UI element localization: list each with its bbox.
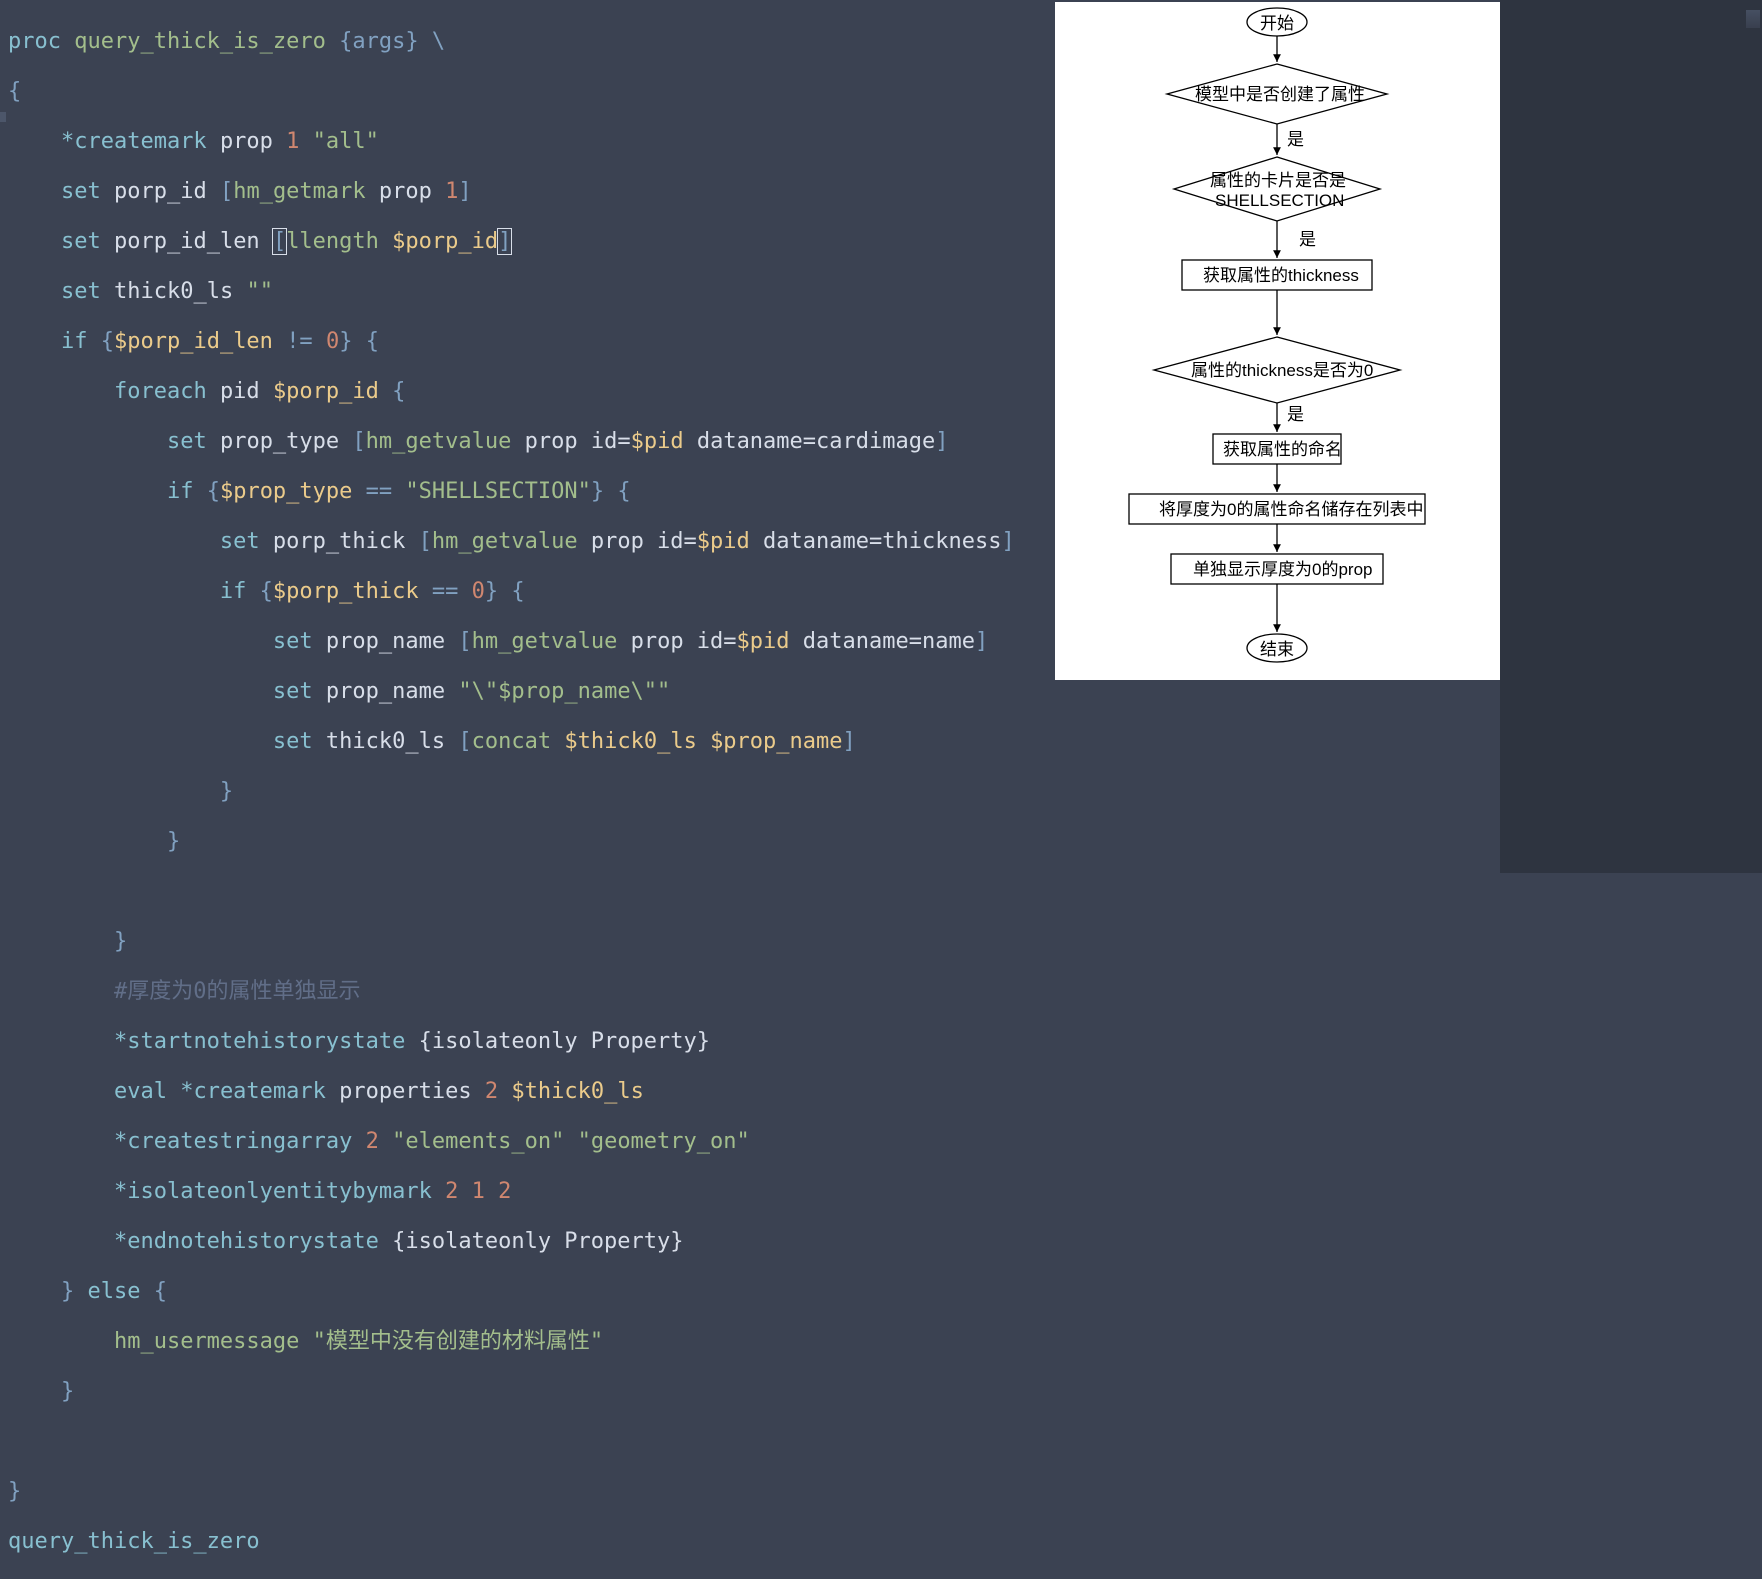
code-line: set thick0_ls [concat $thick0_ls $prop_n…: [8, 729, 1047, 754]
code-line: set prop_name "\"$prop_name\"": [8, 679, 1047, 704]
code-line: }: [8, 929, 1047, 954]
flow-start: 开始: [1260, 14, 1294, 34]
code-line: set porp_id_len [llength $porp_id]: [8, 229, 1047, 254]
code-line: [8, 1429, 1047, 1454]
flow-yes1: 是: [1287, 127, 1304, 152]
code-line: }: [8, 1379, 1047, 1404]
code-line: set porp_id [hm_getmark prop 1]: [8, 179, 1047, 204]
code-line: if {$porp_id_len != 0} {: [8, 329, 1047, 354]
code-line: }: [8, 829, 1047, 854]
code-line: query_thick_is_zero: [8, 1529, 1047, 1554]
flow-r4: 单独显示厚度为0的prop: [1193, 560, 1372, 580]
code-line: *isolateonlyentitybymark 2 1 2: [8, 1179, 1047, 1204]
code-line: set prop_name [hm_getvalue prop id=$pid …: [8, 629, 1047, 654]
flow-end: 结束: [1260, 640, 1294, 660]
code-line: #厚度为0的属性单独显示: [8, 979, 1047, 1004]
code-line: *createmark prop 1 "all": [8, 129, 1047, 154]
code-line: [8, 879, 1047, 904]
code-editor[interactable]: proc query_thick_is_zero {args} \ { *cre…: [0, 0, 1055, 873]
code-line: set porp_thick [hm_getvalue prop id=$pid…: [8, 529, 1047, 554]
code-line: set prop_type [hm_getvalue prop id=$pid …: [8, 429, 1047, 454]
flow-r1: 获取属性的thickness: [1203, 266, 1359, 286]
flowchart-panel: 开始 模型中是否创建了属性 是 属性的卡片是否是 SHELLSECTION 是 …: [1055, 2, 1500, 680]
minimap-area: [1500, 0, 1762, 873]
flow-d1: 模型中是否创建了属性: [1195, 85, 1365, 105]
flow-yes3: 是: [1287, 402, 1304, 427]
code-line: *endnotehistorystate {isolateonly Proper…: [8, 1229, 1047, 1254]
code-line: }: [8, 779, 1047, 804]
flow-yes2: 是: [1299, 227, 1316, 252]
code-line: if {$prop_type == "SHELLSECTION"} {: [8, 479, 1047, 504]
code-line: *createstringarray 2 "elements_on" "geom…: [8, 1129, 1047, 1154]
flow-r3: 将厚度为0的属性命名储存在列表中: [1159, 500, 1423, 520]
minimap-indicator: [1746, 10, 1760, 28]
flow-d2a: 属性的卡片是否是: [1210, 171, 1346, 191]
code-line: eval *createmark properties 2 $thick0_ls: [8, 1079, 1047, 1104]
code-line: if {$porp_thick == 0} {: [8, 579, 1047, 604]
code-line: *startnotehistorystate {isolateonly Prop…: [8, 1029, 1047, 1054]
code-line: hm_usermessage "模型中没有创建的材料属性": [8, 1329, 1047, 1354]
gutter-mark: [0, 112, 6, 122]
flow-r2: 获取属性的命名: [1223, 440, 1342, 460]
code-line: }: [8, 1479, 1047, 1504]
code-line: proc query_thick_is_zero {args} \: [8, 29, 1047, 54]
code-line: foreach pid $porp_id {: [8, 379, 1047, 404]
code-line: {: [8, 79, 1047, 104]
flow-d2b: SHELLSECTION: [1215, 191, 1344, 211]
flow-d3: 属性的thickness是否为0: [1191, 361, 1373, 381]
code-line: set thick0_ls "": [8, 279, 1047, 304]
code-line: } else {: [8, 1279, 1047, 1304]
